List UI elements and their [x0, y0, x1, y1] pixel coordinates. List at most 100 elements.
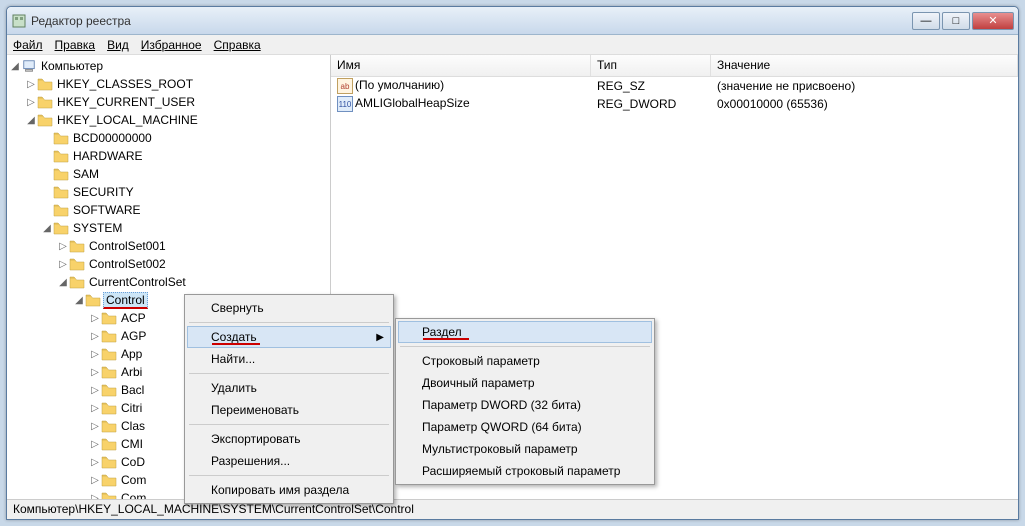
list-header: Имя Тип Значение	[331, 55, 1018, 77]
ctx-new-key[interactable]: Раздел	[398, 321, 652, 343]
tree-item-ccs[interactable]: ◢CurrentControlSet	[57, 273, 330, 291]
expander-icon[interactable]: ▷	[89, 439, 101, 450]
tree-item[interactable]: SECURITY	[41, 183, 330, 201]
value-data: 0x00010000 (65536)	[711, 97, 1018, 111]
separator	[400, 346, 650, 347]
menu-help[interactable]: Справка	[214, 38, 261, 52]
ctx-export[interactable]: Экспортировать	[187, 428, 391, 450]
tree-item[interactable]: ▷ControlSet001	[57, 237, 330, 255]
value-type-icon: ab	[337, 78, 353, 94]
expander-icon[interactable]: ▷	[89, 475, 101, 486]
submenu-arrow-icon: ▶	[376, 332, 384, 343]
tree-item-system[interactable]: ◢SYSTEM	[41, 219, 330, 237]
app-icon	[11, 13, 27, 29]
ctx-find[interactable]: Найти...	[187, 348, 391, 370]
ctx-new-multistring[interactable]: Мультистроковый параметр	[398, 438, 652, 460]
expander-icon[interactable]: ▷	[57, 259, 69, 270]
folder-icon	[101, 473, 117, 487]
expander-icon[interactable]: ▷	[89, 349, 101, 360]
expander-icon[interactable]: ▷	[25, 97, 37, 108]
value-name: (По умолчанию)	[355, 78, 444, 92]
statusbar: Компьютер\HKEY_LOCAL_MACHINE\SYSTEM\Curr…	[7, 499, 1018, 519]
menu-view[interactable]: Вид	[107, 38, 129, 52]
folder-icon	[101, 455, 117, 469]
folder-icon	[101, 347, 117, 361]
separator	[189, 475, 389, 476]
tree-item-hklm[interactable]: ◢HKEY_LOCAL_MACHINE	[25, 111, 330, 129]
ctx-new-dword[interactable]: Параметр DWORD (32 бита)	[398, 394, 652, 416]
ctx-permissions[interactable]: Разрешения...	[187, 450, 391, 472]
value-row[interactable]: 110AMLIGlobalHeapSizeREG_DWORD0x00010000…	[331, 95, 1018, 113]
menu-edit[interactable]: Правка	[55, 38, 96, 52]
value-data: (значение не присвоено)	[711, 79, 1018, 93]
tree-item[interactable]: HARDWARE	[41, 147, 330, 165]
expander-icon[interactable]: ▷	[89, 421, 101, 432]
expander-icon[interactable]: ▷	[89, 313, 101, 324]
expander-icon[interactable]: ▷	[57, 241, 69, 252]
expander-icon[interactable]: ▷	[89, 367, 101, 378]
tree-item[interactable]: SOFTWARE	[41, 201, 330, 219]
highlight-marker	[423, 338, 469, 340]
maximize-button[interactable]: □	[942, 12, 970, 30]
expander-icon[interactable]: ◢	[41, 223, 53, 234]
window-controls: — □ ✕	[912, 12, 1014, 30]
tree-item[interactable]: ▷ControlSet002	[57, 255, 330, 273]
minimize-button[interactable]: —	[912, 12, 940, 30]
ctx-collapse[interactable]: Свернуть	[187, 297, 391, 319]
folder-icon	[101, 437, 117, 451]
folder-icon	[53, 131, 69, 145]
ctx-new-qword[interactable]: Параметр QWORD (64 бита)	[398, 416, 652, 438]
folder-icon	[101, 383, 117, 397]
ctx-create[interactable]: Создать▶	[187, 326, 391, 348]
tree-item[interactable]: BCD00000000	[41, 129, 330, 147]
folder-icon	[101, 419, 117, 433]
expander-icon[interactable]: ◢	[25, 115, 37, 126]
value-row[interactable]: ab(По умолчанию) REG_SZ(значение не присв…	[331, 77, 1018, 95]
folder-icon	[101, 365, 117, 379]
ctx-delete[interactable]: Удалить	[187, 377, 391, 399]
expander-icon[interactable]: ◢	[9, 61, 21, 72]
expander-icon[interactable]: ▷	[89, 403, 101, 414]
folder-icon	[53, 185, 69, 199]
column-type[interactable]: Тип	[591, 55, 711, 76]
tree-item[interactable]: SAM	[41, 165, 330, 183]
computer-icon	[21, 59, 37, 73]
folder-icon	[53, 149, 69, 163]
tree-root[interactable]: ◢Компьютер	[9, 57, 330, 75]
ctx-new-expandstring[interactable]: Расширяемый строковый параметр	[398, 460, 652, 482]
expander-icon[interactable]: ▷	[89, 457, 101, 468]
ctx-copy-key-name[interactable]: Копировать имя раздела	[187, 479, 391, 501]
menu-favorites[interactable]: Избранное	[141, 38, 202, 52]
folder-icon	[53, 203, 69, 217]
menu-file[interactable]: Файл	[13, 38, 43, 52]
folder-icon	[101, 329, 117, 343]
expander-icon[interactable]: ▷	[25, 79, 37, 90]
close-button[interactable]: ✕	[972, 12, 1014, 30]
column-name[interactable]: Имя	[331, 55, 591, 76]
ctx-rename[interactable]: Переименовать	[187, 399, 391, 421]
separator	[189, 373, 389, 374]
folder-icon	[37, 113, 53, 127]
folder-icon	[101, 491, 117, 499]
expander-icon[interactable]: ◢	[73, 295, 85, 306]
expander-icon[interactable]: ▷	[89, 493, 101, 500]
menubar: Файл Правка Вид Избранное Справка	[7, 35, 1018, 55]
ctx-new-string[interactable]: Строковый параметр	[398, 350, 652, 372]
titlebar[interactable]: Редактор реестра — □ ✕	[7, 7, 1018, 35]
value-type: REG_SZ	[591, 79, 711, 93]
separator	[189, 424, 389, 425]
folder-icon	[53, 221, 69, 235]
separator	[189, 322, 389, 323]
expander-icon[interactable]: ▷	[89, 331, 101, 342]
window-title: Редактор реестра	[31, 14, 912, 28]
folder-icon	[69, 239, 85, 253]
value-type-icon: 110	[337, 96, 353, 112]
tree-item[interactable]: ▷HKEY_CURRENT_USER	[25, 93, 330, 111]
ctx-new-binary[interactable]: Двоичный параметр	[398, 372, 652, 394]
tree-item[interactable]: ▷HKEY_CLASSES_ROOT	[25, 75, 330, 93]
expander-icon[interactable]: ▷	[89, 385, 101, 396]
folder-icon	[69, 257, 85, 271]
column-value[interactable]: Значение	[711, 55, 1018, 76]
highlight-marker	[212, 343, 260, 345]
expander-icon[interactable]: ◢	[57, 277, 69, 288]
